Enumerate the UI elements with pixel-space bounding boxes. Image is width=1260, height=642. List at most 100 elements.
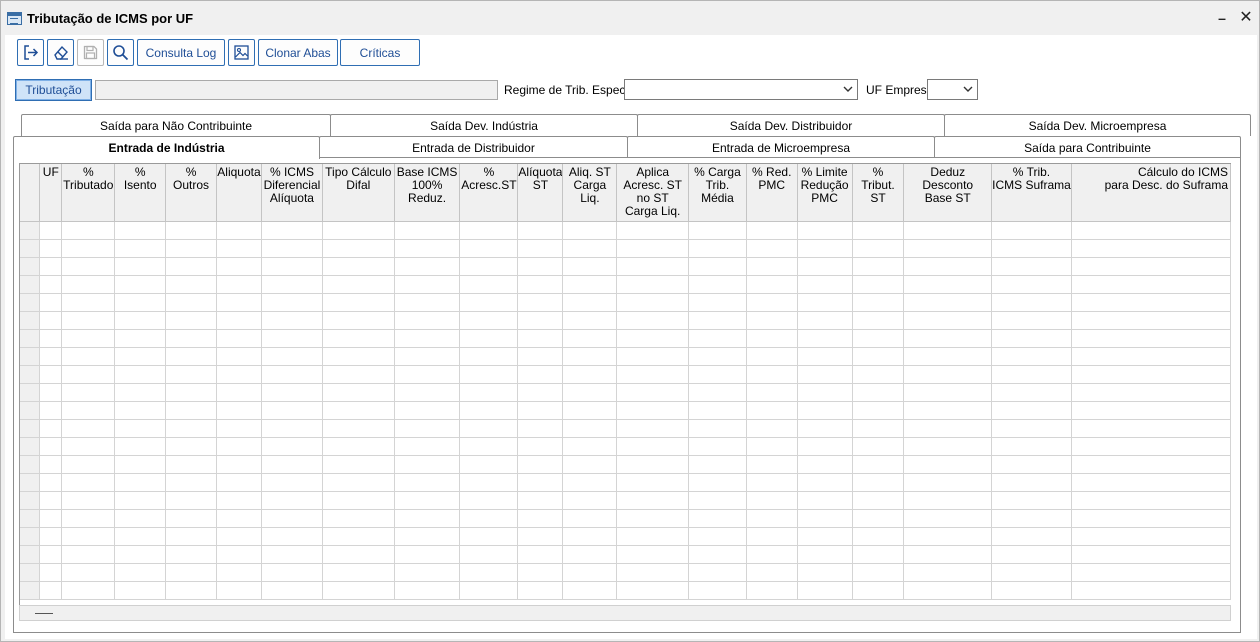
grid-cell[interactable] [852, 581, 905, 600]
search-button[interactable] [107, 39, 134, 66]
grid-cell[interactable] [991, 383, 1072, 402]
grid-cell[interactable] [322, 581, 395, 600]
grid-cell[interactable] [39, 419, 63, 438]
grid-cell[interactable] [216, 311, 262, 330]
grid-cell[interactable] [216, 383, 262, 402]
grid-cell[interactable] [322, 257, 395, 276]
grid-cell[interactable] [394, 545, 461, 564]
grid-cell[interactable] [61, 311, 116, 330]
grid-cell[interactable] [261, 527, 323, 546]
grid-cell[interactable] [39, 257, 63, 276]
tab-saida-dev-industria[interactable]: Saída Dev. Indústria [330, 114, 638, 136]
column-header[interactable]: Alíquota ST [517, 164, 564, 222]
column-header[interactable]: % Red. PMC [746, 164, 798, 222]
grid-cell[interactable] [322, 275, 395, 294]
grid-cell[interactable] [517, 563, 564, 582]
grid-cell[interactable] [688, 455, 747, 474]
grid-cell[interactable] [746, 329, 798, 348]
grid-cell[interactable] [165, 455, 217, 474]
grid-cell[interactable] [797, 437, 853, 456]
grid-cell[interactable] [517, 275, 564, 294]
grid-cell[interactable] [61, 293, 116, 312]
grid-cell[interactable] [216, 239, 262, 258]
grid-cell[interactable] [991, 329, 1072, 348]
grid-cell[interactable] [852, 347, 905, 366]
grid-cell[interactable] [688, 491, 747, 510]
grid-cell[interactable] [1071, 437, 1231, 456]
grid-cell[interactable] [903, 509, 993, 528]
grid-cell[interactable] [746, 473, 798, 492]
grid-cell[interactable] [459, 437, 519, 456]
grid-cell[interactable] [165, 239, 217, 258]
grid-cell[interactable] [39, 527, 63, 546]
grid-cell[interactable] [394, 239, 461, 258]
grid-cell[interactable] [39, 401, 63, 420]
grid-cell[interactable] [39, 581, 63, 600]
grid-cell[interactable] [39, 437, 63, 456]
grid-cell[interactable] [261, 473, 323, 492]
grid-cell[interactable] [322, 473, 395, 492]
grid-cell[interactable] [903, 365, 993, 384]
grid-cell[interactable] [165, 419, 217, 438]
grid-cell[interactable] [852, 455, 905, 474]
grid-cell[interactable] [517, 473, 564, 492]
grid-cell[interactable] [746, 347, 798, 366]
grid-cell[interactable] [797, 509, 853, 528]
grid-cell[interactable] [746, 419, 798, 438]
grid-cell[interactable] [216, 563, 262, 582]
grid-cell[interactable] [61, 527, 116, 546]
grid-cell[interactable] [322, 455, 395, 474]
grid-cell[interactable] [797, 311, 853, 330]
grid-cell[interactable] [616, 275, 690, 294]
grid-cell[interactable] [746, 509, 798, 528]
grid-cell[interactable] [616, 239, 690, 258]
consulta-log-button[interactable]: Consulta Log [137, 39, 225, 66]
grid-cell[interactable] [903, 437, 993, 456]
table-row[interactable] [20, 473, 1231, 492]
grid-cell[interactable] [616, 455, 690, 474]
grid-cell[interactable] [61, 401, 116, 420]
grid-cell[interactable] [797, 365, 853, 384]
grid-cell[interactable] [797, 473, 853, 492]
grid-cell[interactable] [517, 509, 564, 528]
grid-cell[interactable] [114, 365, 167, 384]
grid-cell[interactable] [459, 527, 519, 546]
grid-cell[interactable] [852, 221, 905, 240]
grid-cell[interactable] [852, 239, 905, 258]
grid-cell[interactable] [688, 509, 747, 528]
grid-cell[interactable] [322, 509, 395, 528]
grid-cell[interactable] [797, 275, 853, 294]
grid-cell[interactable] [852, 293, 905, 312]
grid-cell[interactable] [562, 419, 618, 438]
tab-saida-contribuinte[interactable]: Saída para Contribuinte [934, 136, 1241, 158]
grid-cell[interactable] [261, 455, 323, 474]
grid-cell[interactable] [903, 491, 993, 510]
grid-cell[interactable] [517, 293, 564, 312]
grid-cell[interactable] [322, 545, 395, 564]
grid-cell[interactable] [688, 473, 747, 492]
row-selector[interactable] [20, 293, 41, 312]
grid-cell[interactable] [261, 239, 323, 258]
grid-cell[interactable] [797, 383, 853, 402]
grid-cell[interactable] [39, 563, 63, 582]
grid-cell[interactable] [517, 545, 564, 564]
grid-cell[interactable] [216, 257, 262, 276]
grid-cell[interactable] [216, 545, 262, 564]
grid-cell[interactable] [114, 527, 167, 546]
grid-cell[interactable] [616, 401, 690, 420]
column-header[interactable]: % Carga Trib. Média [688, 164, 747, 222]
grid-cell[interactable] [114, 347, 167, 366]
grid-cell[interactable] [394, 491, 461, 510]
grid-cell[interactable] [394, 401, 461, 420]
grid-cell[interactable] [114, 437, 167, 456]
grid-cell[interactable] [797, 239, 853, 258]
grid-cell[interactable] [322, 221, 395, 240]
grid-cell[interactable] [991, 275, 1072, 294]
grid-cell[interactable] [114, 257, 167, 276]
close-button[interactable]: ✕ [1237, 9, 1255, 27]
grid-cell[interactable] [216, 455, 262, 474]
grid-cell[interactable] [991, 221, 1072, 240]
grid-cell[interactable] [322, 383, 395, 402]
grid-cell[interactable] [165, 563, 217, 582]
grid-cell[interactable] [991, 581, 1072, 600]
